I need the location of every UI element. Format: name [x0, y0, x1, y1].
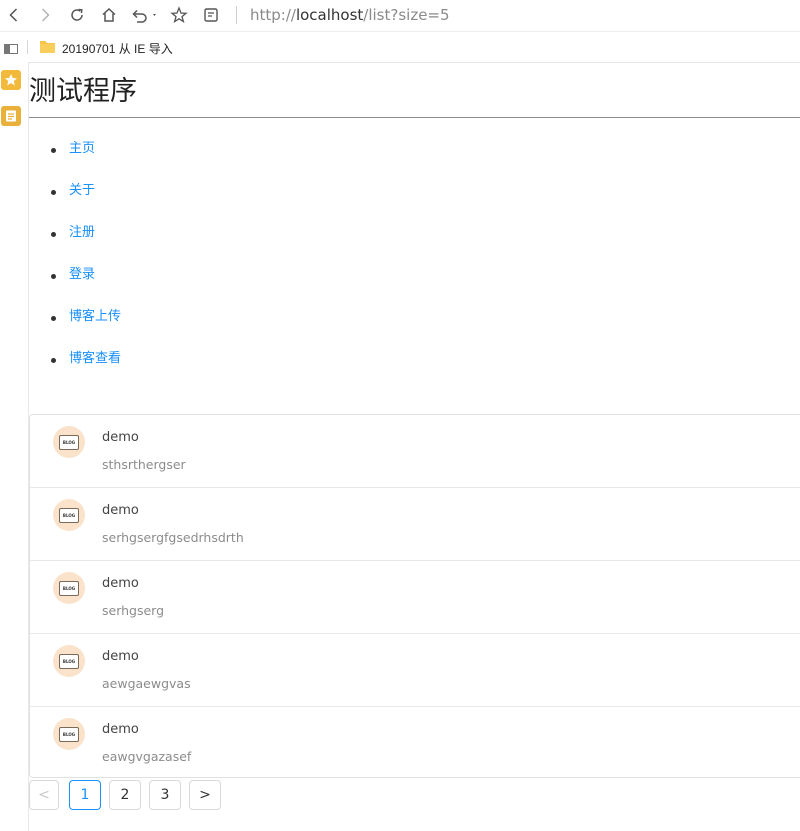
- list-item[interactable]: BLOG demo serhgserg: [30, 561, 800, 634]
- avatar-label: BLOG: [59, 653, 79, 669]
- sidebar-toggle-icon[interactable]: [4, 41, 18, 59]
- blog-avatar-icon: BLOG: [53, 572, 85, 604]
- blog-avatar-icon: BLOG: [53, 499, 85, 531]
- list-item-description: aewgaewgvas: [102, 676, 191, 691]
- bookmarks-bar: 20190701 从 IE 导入: [0, 31, 800, 63]
- page-3-button[interactable]: 3: [149, 780, 181, 810]
- toolbar-separator: [236, 6, 237, 24]
- avatar-label: BLOG: [59, 726, 79, 742]
- favorites-icon[interactable]: [1, 70, 21, 90]
- blog-avatar-icon: BLOG: [53, 426, 85, 458]
- avatar-label: BLOG: [59, 434, 79, 450]
- list-item[interactable]: BLOG demo aewgaewgvas: [30, 634, 800, 707]
- page-title: 测试程序: [29, 76, 137, 107]
- home-icon[interactable]: [98, 4, 120, 26]
- blog-list: BLOG demo sthsrthergser BLOG demo serhgs…: [29, 414, 800, 778]
- nav-link-blog-upload[interactable]: 博客上传: [69, 309, 121, 324]
- reader-note-icon[interactable]: [200, 4, 222, 26]
- list-item-title[interactable]: demo: [102, 430, 139, 445]
- bookmark-folder-label[interactable]: 20190701 从 IE 导入: [62, 40, 173, 57]
- url-path: /list?size=5: [363, 6, 450, 24]
- nav-link-home[interactable]: 主页: [69, 141, 95, 156]
- list-item-description: eawgvgazasef: [102, 749, 192, 764]
- list-item[interactable]: BLOG demo eawgvgazasef: [30, 707, 800, 780]
- nav-link-login[interactable]: 登录: [69, 267, 95, 282]
- reload-icon[interactable]: [66, 4, 88, 26]
- page-1-button[interactable]: 1: [69, 780, 101, 810]
- avatar-label: BLOG: [59, 580, 79, 596]
- next-page-button[interactable]: >: [189, 780, 221, 810]
- notes-icon[interactable]: [1, 106, 21, 126]
- address-bar[interactable]: http://localhost/list?size=5: [250, 6, 450, 24]
- page-content: 测试程序 主页 关于 注册 登录 博客上传 博客查看 BLOG demo sth…: [29, 62, 800, 831]
- folder-icon[interactable]: [39, 39, 56, 59]
- title-divider: [29, 117, 800, 118]
- list-item-title[interactable]: demo: [102, 576, 139, 591]
- back-icon[interactable]: [3, 4, 25, 26]
- list-item-description: sthsrthergser: [102, 457, 186, 472]
- list-item-title[interactable]: demo: [102, 503, 139, 518]
- undo-close-tab-icon[interactable]: [128, 4, 160, 26]
- url-prefix: http://: [250, 6, 296, 24]
- forward-icon[interactable]: [34, 4, 56, 26]
- nav-item-about: 关于: [29, 180, 121, 222]
- list-item-title[interactable]: demo: [102, 722, 139, 737]
- page-2-button[interactable]: 2: [109, 780, 141, 810]
- blog-avatar-icon: BLOG: [53, 718, 85, 750]
- nav-link-blog-view[interactable]: 博客查看: [69, 351, 121, 366]
- list-item[interactable]: BLOG demo serhgsergfgsedrhsdrth: [30, 488, 800, 561]
- nav-item-login: 登录: [29, 264, 121, 306]
- list-item-title[interactable]: demo: [102, 649, 139, 664]
- prev-page-button[interactable]: <: [29, 780, 59, 810]
- bookmarks-separator: [27, 40, 28, 54]
- nav-item-home: 主页: [29, 138, 121, 180]
- nav-list: 主页 关于 注册 登录 博客上传 博客查看: [29, 138, 121, 390]
- favorite-star-icon[interactable]: [168, 4, 190, 26]
- avatar-label: BLOG: [59, 507, 79, 523]
- nav-item-register: 注册: [29, 222, 121, 264]
- list-item-description: serhgsergfgsedrhsdrth: [102, 530, 244, 545]
- nav-link-register[interactable]: 注册: [69, 225, 95, 240]
- browser-side-rail: [0, 62, 29, 831]
- nav-item-blog-view: 博客查看: [29, 348, 121, 390]
- blog-avatar-icon: BLOG: [53, 645, 85, 677]
- url-host: localhost: [295, 6, 364, 24]
- nav-link-about[interactable]: 关于: [69, 183, 95, 198]
- list-item[interactable]: BLOG demo sthsrthergser: [30, 415, 800, 488]
- nav-item-blog-upload: 博客上传: [29, 306, 121, 348]
- browser-toolbar: http://localhost/list?size=5: [0, 0, 800, 31]
- list-item-description: serhgserg: [102, 603, 165, 618]
